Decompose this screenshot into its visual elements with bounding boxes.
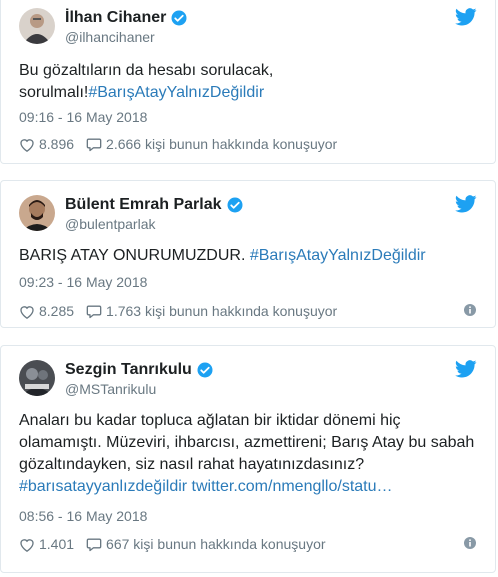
like-count: 1.401 <box>39 536 75 552</box>
author-names: Sezgin Tanrıkulu @MSTanrikulu <box>65 360 214 397</box>
tweet-text: BARIŞ ATAY ONURUMUZDUR. #BarışAtayYalnız… <box>19 245 481 267</box>
tweet-actions: 1.401 667 kişi bunun hakkında konuşuyor <box>19 534 477 554</box>
like-button[interactable]: 1.401 <box>19 536 74 552</box>
author-handle[interactable]: @MSTanrikulu <box>65 381 214 397</box>
tweet-actions: 8.896 2.666 kişi bunun hakkında konuşuyo… <box>19 134 477 154</box>
tweet-card[interactable]: Bülent Emrah Parlak @bulentparlak BARIŞ … <box>0 180 496 328</box>
conversation-count: 1.763 kişi bunun hakkında konuşuyor <box>106 303 338 319</box>
heart-icon <box>20 538 34 552</box>
tweet-card[interactable]: Sezgin Tanrıkulu @MSTanrikulu Anaları bu… <box>0 345 496 573</box>
author-names: İlhan Cihaner @ilhancihaner <box>65 8 188 45</box>
tweet-body: BARIŞ ATAY ONURUMUZDUR. <box>19 247 250 264</box>
status-link[interactable]: twitter.com/nmengllo/statu… <box>192 478 393 495</box>
tweet-actions: 8.285 1.763 kişi bunun hakkında konuşuyo… <box>19 301 477 321</box>
reply-button[interactable]: 1.763 kişi bunun hakkında konuşuyor <box>86 303 337 319</box>
hashtag-link[interactable]: #BarışAtayYalnızDeğildir <box>250 247 426 264</box>
hashtag-link[interactable]: #BarışAtayYalnızDeğildir <box>88 84 264 101</box>
reply-bubble-icon <box>86 138 102 151</box>
verified-badge-icon <box>171 10 187 26</box>
tweet-text: Bu gözaltıların da hesabı sorulacak, sor… <box>19 60 481 104</box>
info-icon[interactable] <box>463 536 477 550</box>
info-icon[interactable] <box>463 303 477 317</box>
like-count: 8.285 <box>39 303 75 319</box>
avatar[interactable] <box>19 195 55 231</box>
hashtag-link[interactable]: #barısatayyanlızdeğildir <box>19 478 187 495</box>
twitter-bird-icon[interactable] <box>455 8 477 26</box>
conversation-count: 667 kişi bunun hakkında konuşuyor <box>106 536 326 552</box>
author-name[interactable]: Sezgin Tanrıkulu <box>65 361 192 379</box>
tweet-timestamp[interactable]: 08:56 - 16 May 2018 <box>19 508 147 524</box>
like-count: 8.896 <box>39 136 75 152</box>
like-button[interactable]: 8.285 <box>19 303 74 319</box>
author-handle[interactable]: @bulentparlak <box>65 216 244 232</box>
avatar[interactable] <box>19 360 55 396</box>
twitter-bird-icon[interactable] <box>455 195 477 213</box>
author-name[interactable]: İlhan Cihaner <box>65 9 166 27</box>
author-handle[interactable]: @ilhancihaner <box>65 29 188 45</box>
tweet-header: İlhan Cihaner @ilhancihaner <box>19 8 477 46</box>
reply-bubble-icon <box>86 538 102 551</box>
tweet-body: Anaları bu kadar topluca ağlatan bir ikt… <box>19 412 475 473</box>
author-name[interactable]: Bülent Emrah Parlak <box>65 196 222 214</box>
tweet-text: Anaları bu kadar topluca ağlatan bir ikt… <box>19 410 481 498</box>
tweet-header: Sezgin Tanrıkulu @MSTanrikulu <box>19 360 477 398</box>
tweet-card[interactable]: İlhan Cihaner @ilhancihaner Bu gözaltıla… <box>0 0 496 164</box>
verified-badge-icon <box>197 362 213 378</box>
heart-icon <box>20 305 34 319</box>
heart-icon <box>20 138 34 152</box>
verified-badge-icon <box>227 197 242 213</box>
reply-button[interactable]: 2.666 kişi bunun hakkında konuşuyor <box>86 136 337 152</box>
tweet-timestamp[interactable]: 09:16 - 16 May 2018 <box>19 109 147 125</box>
twitter-bird-icon[interactable] <box>455 360 477 378</box>
conversation-count: 2.666 kişi bunun hakkında konuşuyor <box>106 136 338 152</box>
reply-bubble-icon <box>86 305 102 318</box>
reply-button[interactable]: 667 kişi bunun hakkında konuşuyor <box>86 536 326 552</box>
like-button[interactable]: 8.896 <box>19 136 74 152</box>
author-names: Bülent Emrah Parlak @bulentparlak <box>65 195 244 232</box>
tweet-timestamp[interactable]: 09:23 - 16 May 2018 <box>19 274 147 290</box>
tweet-header: Bülent Emrah Parlak @bulentparlak <box>19 195 477 233</box>
avatar[interactable] <box>19 8 55 44</box>
